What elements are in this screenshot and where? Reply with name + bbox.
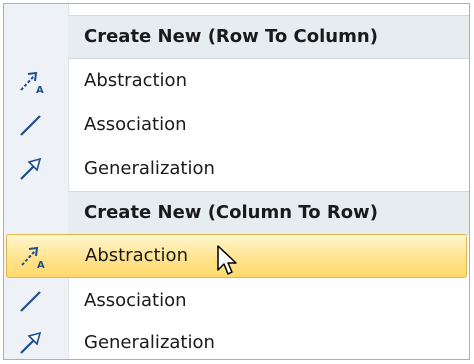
section-header-column-to-row: Create New (Column To Row) (68, 191, 469, 235)
menu-item-association-column-to-row[interactable]: Association (4, 279, 469, 323)
menu-item-label: Association (84, 114, 187, 135)
svg-text:A: A (37, 260, 45, 271)
section-header-row-to-column: Create New (Row To Column) (68, 15, 469, 59)
abstraction-icon: A (20, 71, 44, 96)
context-menu: Create New (Row To Column) A Abstraction… (3, 3, 470, 360)
association-icon (20, 115, 41, 136)
menu-item-label: Generalization (84, 332, 215, 353)
menu-item-label: Abstraction (85, 245, 188, 266)
generalization-icon (20, 157, 42, 180)
menu-item-generalization-row-to-column[interactable]: Generalization (4, 147, 469, 191)
menu-item-generalization-column-to-row[interactable]: Generalization (4, 321, 469, 359)
menu-item-label: Abstraction (84, 70, 187, 91)
generalization-icon (20, 331, 42, 354)
menu-item-abstraction-row-to-column[interactable]: A Abstraction (4, 59, 469, 103)
menu-item-label: Association (84, 290, 187, 311)
menu-item-label: Generalization (84, 158, 215, 179)
abstraction-icon: A (21, 246, 45, 271)
association-icon (20, 291, 41, 312)
mouse-pointer-icon (217, 245, 237, 275)
svg-text:A: A (36, 85, 44, 96)
menu-item-association-row-to-column[interactable]: Association (4, 103, 469, 147)
